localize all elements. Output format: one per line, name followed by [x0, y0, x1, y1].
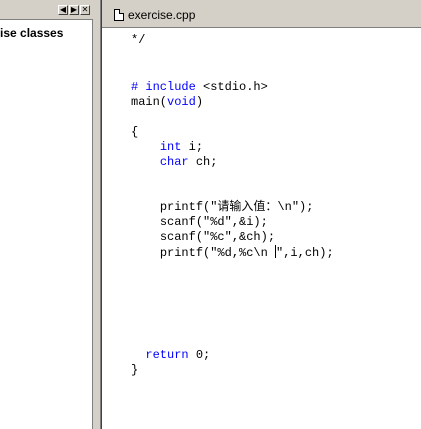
code-token: char — [159, 155, 189, 169]
workspace-header: ◀ ▶ ✕ — [0, 0, 93, 20]
code-line: int i; — [131, 140, 203, 155]
code-token: */ — [131, 33, 146, 47]
scroll-right-icon[interactable]: ▶ — [69, 5, 79, 15]
code-line: return 0; — [131, 348, 210, 363]
code-token: scanf("%c",&ch); — [159, 230, 276, 244]
code-line: main(void) — [131, 95, 203, 110]
code-token: printf("请输入值：\n"); — [159, 200, 314, 214]
code-token: int — [159, 140, 182, 154]
code-line: */ — [131, 33, 145, 48]
code-token: scanf("%d",&i); — [159, 215, 268, 229]
class-view-item[interactable]: ise classes — [0, 26, 63, 40]
code-token: <stdio.h> — [203, 80, 268, 94]
tab-title: exercise.cpp — [128, 8, 196, 22]
code-line: scanf("%c",&ch); — [131, 230, 275, 245]
code-token: } — [131, 363, 139, 377]
editor-tabbar: exercise.cpp — [102, 0, 421, 28]
tab-exercise-cpp[interactable]: exercise.cpp — [102, 6, 195, 28]
close-icon[interactable]: ✕ — [80, 5, 90, 15]
code-token: return — [145, 348, 189, 362]
code-token: i; — [181, 140, 204, 154]
code-line: } — [131, 363, 138, 378]
code-token: ) — [195, 95, 204, 109]
code-token: ch; — [188, 155, 218, 169]
code-line: # include <stdio.h> — [131, 80, 268, 95]
splitter[interactable] — [93, 0, 101, 429]
code-token: # include — [131, 80, 204, 94]
code-line: printf("%d,%c\n ",i,ch); — [131, 245, 334, 260]
code-token: main( — [131, 95, 168, 109]
code-token: void — [167, 95, 196, 109]
code-token: ",i,ch); — [276, 246, 334, 260]
code-token: { — [131, 125, 139, 139]
code-line: scanf("%d",&i); — [131, 215, 268, 230]
code-token: printf("%d,%c\n — [159, 246, 276, 260]
code-line: printf("请输入值：\n"); — [131, 200, 314, 215]
code-line: { — [131, 125, 138, 140]
code-token: 0; — [188, 348, 211, 362]
file-icon — [114, 9, 124, 21]
workspace-pane: ◀ ▶ ✕ ise classes — [0, 0, 93, 429]
code-editor[interactable]: exercise.cpp */# include <stdio.h> main(v… — [101, 0, 421, 429]
scroll-left-icon[interactable]: ◀ — [58, 5, 68, 15]
code-line: char ch; — [131, 155, 218, 170]
